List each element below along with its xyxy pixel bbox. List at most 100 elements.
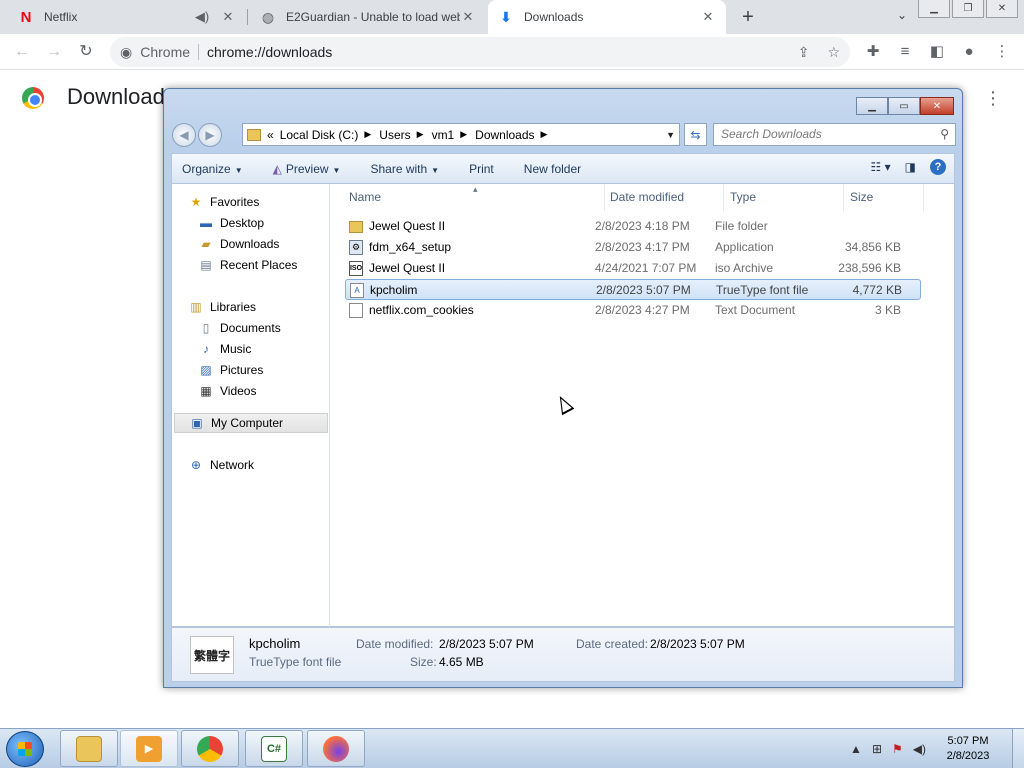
preview-button[interactable]: ◭ Preview ▼	[273, 162, 341, 176]
search-input[interactable]: Search Downloads ⚲	[713, 123, 956, 146]
close-window-button[interactable]: ✕	[986, 0, 1018, 18]
column-header-name[interactable]: Name ▴	[343, 184, 605, 211]
nav-recent-places[interactable]: ▤ Recent Places	[198, 255, 328, 275]
view-options-icon[interactable]: ☷ ▾	[871, 160, 891, 174]
breadcrumb-local-disk[interactable]: Local Disk (C:)	[280, 128, 359, 142]
column-header-date[interactable]: Date modified	[604, 184, 724, 211]
organize-button[interactable]: Organize ▼	[182, 162, 243, 176]
forward-arrow-icon[interactable]: ▶	[198, 123, 222, 147]
volume-icon[interactable]: ◀)	[913, 742, 926, 756]
details-file-name: kpcholim	[249, 636, 301, 651]
file-row[interactable]: Jewel Quest II 2/8/2023 4:18 PM File fol…	[345, 216, 921, 237]
reload-icon[interactable]: ↻	[76, 42, 96, 62]
globe-icon: ◍	[261, 8, 275, 25]
taskbar-firefox[interactable]	[307, 730, 365, 767]
new-folder-button[interactable]: New folder	[524, 162, 581, 176]
network-status-icon[interactable]: ⊞	[872, 742, 882, 756]
start-button[interactable]	[6, 731, 44, 767]
chevron-right-icon[interactable]: ▶	[364, 129, 371, 140]
help-icon[interactable]: ?	[930, 159, 946, 175]
file-row-selected[interactable]: A kpcholim 2/8/2023 5:07 PM TrueType fon…	[345, 279, 921, 300]
file-row[interactable]: ⚙ fdm_x64_setup 2/8/2023 4:17 PM Applica…	[345, 237, 921, 258]
menu-icon[interactable]: ⋮	[993, 43, 1011, 61]
action-center-icon[interactable]: ⚑	[892, 742, 903, 756]
close-icon[interactable]: ✕	[460, 9, 476, 25]
details-created-value: 2/8/2023 5:07 PM	[650, 637, 745, 651]
nav-desktop[interactable]: ▬ Desktop	[198, 213, 328, 233]
column-header-type[interactable]: Type	[724, 184, 844, 211]
chevron-down-icon: ▼	[234, 165, 243, 175]
chevron-right-icon[interactable]: ▶	[541, 129, 548, 140]
refresh-icon[interactable]: ⇆	[684, 123, 707, 146]
nav-label: Favorites	[210, 195, 260, 209]
font-file-icon: A	[350, 283, 364, 298]
taskbar-csharp[interactable]: C#	[245, 730, 303, 767]
print-label: Print	[469, 161, 494, 176]
nav-documents[interactable]: ▯ Documents	[198, 318, 328, 338]
chevron-down-icon: ▼	[332, 165, 341, 175]
new-tab-button[interactable]: +	[738, 7, 758, 27]
chevron-right-icon[interactable]: ▶	[417, 129, 424, 140]
details-created-label: Date created:	[576, 637, 649, 651]
nav-libraries[interactable]: ▥ Libraries	[188, 297, 328, 317]
share-with-label: Share with	[370, 161, 428, 176]
chevron-right-icon[interactable]: ▶	[460, 129, 467, 140]
back-icon[interactable]: ←	[12, 42, 32, 62]
nav-network[interactable]: ⊕ Network	[188, 455, 328, 475]
tab-netflix[interactable]: N Netflix ◀) ✕	[8, 0, 246, 34]
breadcrumb-vm1[interactable]: vm1	[432, 128, 455, 142]
search-placeholder: Search Downloads	[721, 127, 822, 141]
search-icon: ⚲	[940, 127, 949, 141]
minimize-button[interactable]: ▁	[918, 0, 950, 18]
speaker-icon[interactable]: ◀)	[194, 9, 210, 25]
nav-favorites[interactable]: ★ Favorites	[188, 192, 328, 212]
restore-button[interactable]: ❐	[952, 0, 984, 18]
breadcrumb-users[interactable]: Users	[379, 128, 410, 142]
chevron-down-icon[interactable]: ▼	[666, 130, 675, 140]
chrome-icon	[197, 735, 223, 762]
file-row[interactable]: netflix.com_cookies 2/8/2023 4:27 PM Tex…	[345, 300, 921, 321]
nav-pictures[interactable]: ▨ Pictures	[198, 360, 328, 380]
bookmark-star-icon[interactable]: ☆	[827, 44, 840, 61]
taskbar-file-explorer[interactable]	[60, 730, 118, 767]
show-desktop-button[interactable]	[1012, 729, 1024, 768]
dialog-maximize-button[interactable]: ▭	[888, 97, 920, 115]
breadcrumb-downloads[interactable]: Downloads	[475, 128, 534, 142]
column-header-size[interactable]: Size	[844, 184, 924, 211]
breadcrumb[interactable]: « Local Disk (C:) ▶ Users ▶ vm1 ▶ Downlo…	[242, 123, 680, 146]
sort-up-icon: ▴	[473, 184, 478, 194]
preview-pane-icon[interactable]: ◨	[905, 160, 916, 174]
show-hidden-icons-icon[interactable]: ▲	[850, 742, 862, 756]
forward-icon[interactable]: →	[44, 42, 64, 62]
side-panel-icon[interactable]: ◧	[928, 43, 946, 61]
close-icon[interactable]: ✕	[700, 9, 716, 25]
tab-search-icon[interactable]: ⌄	[897, 8, 907, 22]
nav-my-computer[interactable]: ▣ My Computer	[174, 413, 328, 433]
close-icon[interactable]: ✕	[220, 9, 236, 25]
clock[interactable]: 5:07 PM 2/8/2023	[936, 734, 1000, 764]
file-row[interactable]: ISO Jewel Quest II 4/24/2021 7:07 PM iso…	[345, 258, 921, 279]
dialog-close-button[interactable]: ✕	[920, 97, 954, 115]
tab-downloads[interactable]: ⬇ Downloads ✕	[488, 0, 726, 34]
profile-icon[interactable]: ●	[960, 43, 978, 61]
breadcrumb-overflow[interactable]: «	[267, 128, 274, 142]
extensions-icon[interactable]: ✚	[864, 43, 882, 61]
nav-downloads[interactable]: ▰ Downloads	[198, 234, 328, 254]
clock-date: 2/8/2023	[946, 750, 990, 762]
nav-music[interactable]: ♪ Music	[198, 339, 328, 359]
dialog-minimize-button[interactable]: ▁	[856, 97, 888, 115]
share-with-button[interactable]: Share with ▼	[370, 162, 439, 176]
file-type: File folder	[715, 219, 768, 233]
file-date: 2/8/2023 4:27 PM	[595, 303, 690, 317]
tab-e2guardian[interactable]: ◍ E2Guardian - Unable to load web ✕	[250, 0, 486, 34]
back-arrow-icon[interactable]: ◀	[172, 123, 196, 147]
taskbar-media-player[interactable]: ▶	[120, 730, 178, 767]
share-icon[interactable]: ⇪	[798, 44, 810, 61]
more-options-icon[interactable]: ⋮	[984, 88, 1002, 109]
file-explorer-icon	[76, 735, 102, 762]
print-button[interactable]: Print	[469, 162, 494, 176]
nav-videos[interactable]: ▦ Videos	[198, 381, 328, 401]
taskbar-chrome[interactable]	[181, 730, 239, 767]
address-bar[interactable]: ◉ Chrome chrome://downloads ⇪ ☆	[110, 37, 850, 67]
media-control-icon[interactable]: ≡	[896, 43, 914, 61]
